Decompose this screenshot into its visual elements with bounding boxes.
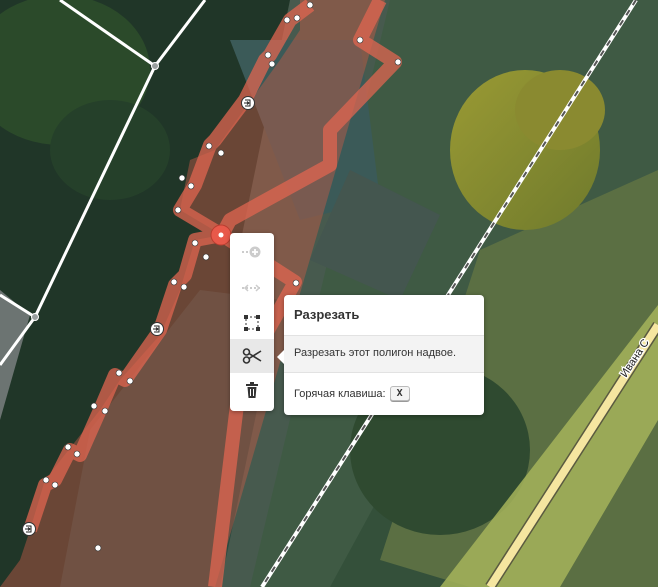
extract-icon (244, 315, 260, 331)
disconnect-icon (242, 284, 262, 292)
continue-button[interactable] (230, 235, 274, 269)
split-button[interactable] (230, 339, 274, 373)
scissors-icon (242, 348, 262, 364)
active-vertex[interactable] (210, 224, 232, 246)
hotkey-label: Горячая клавиша: (294, 387, 386, 400)
path-node[interactable] (31, 313, 39, 321)
tooltip-description: Разрезать этот полигон надвое. (294, 347, 457, 359)
map-canvas[interactable]: Ивана С (0, 0, 658, 587)
trash-icon (246, 382, 258, 398)
path-node[interactable] (151, 62, 159, 70)
tooltip-heading: Разрезать (294, 307, 360, 322)
extract-button[interactable] (230, 306, 274, 340)
delete-button[interactable] (230, 373, 274, 407)
disconnect-button[interactable] (230, 271, 274, 305)
hotkey-key: X (389, 386, 410, 401)
edit-menu (230, 233, 274, 411)
tooltip-body: Разрезать этот полигон надвое. (284, 335, 484, 373)
continue-icon (242, 246, 261, 258)
tooltip-hotkey-row: Горячая клавиша: X (294, 386, 410, 401)
split-tooltip: Разрезать Разрезать этот полигон надвое.… (277, 295, 484, 415)
